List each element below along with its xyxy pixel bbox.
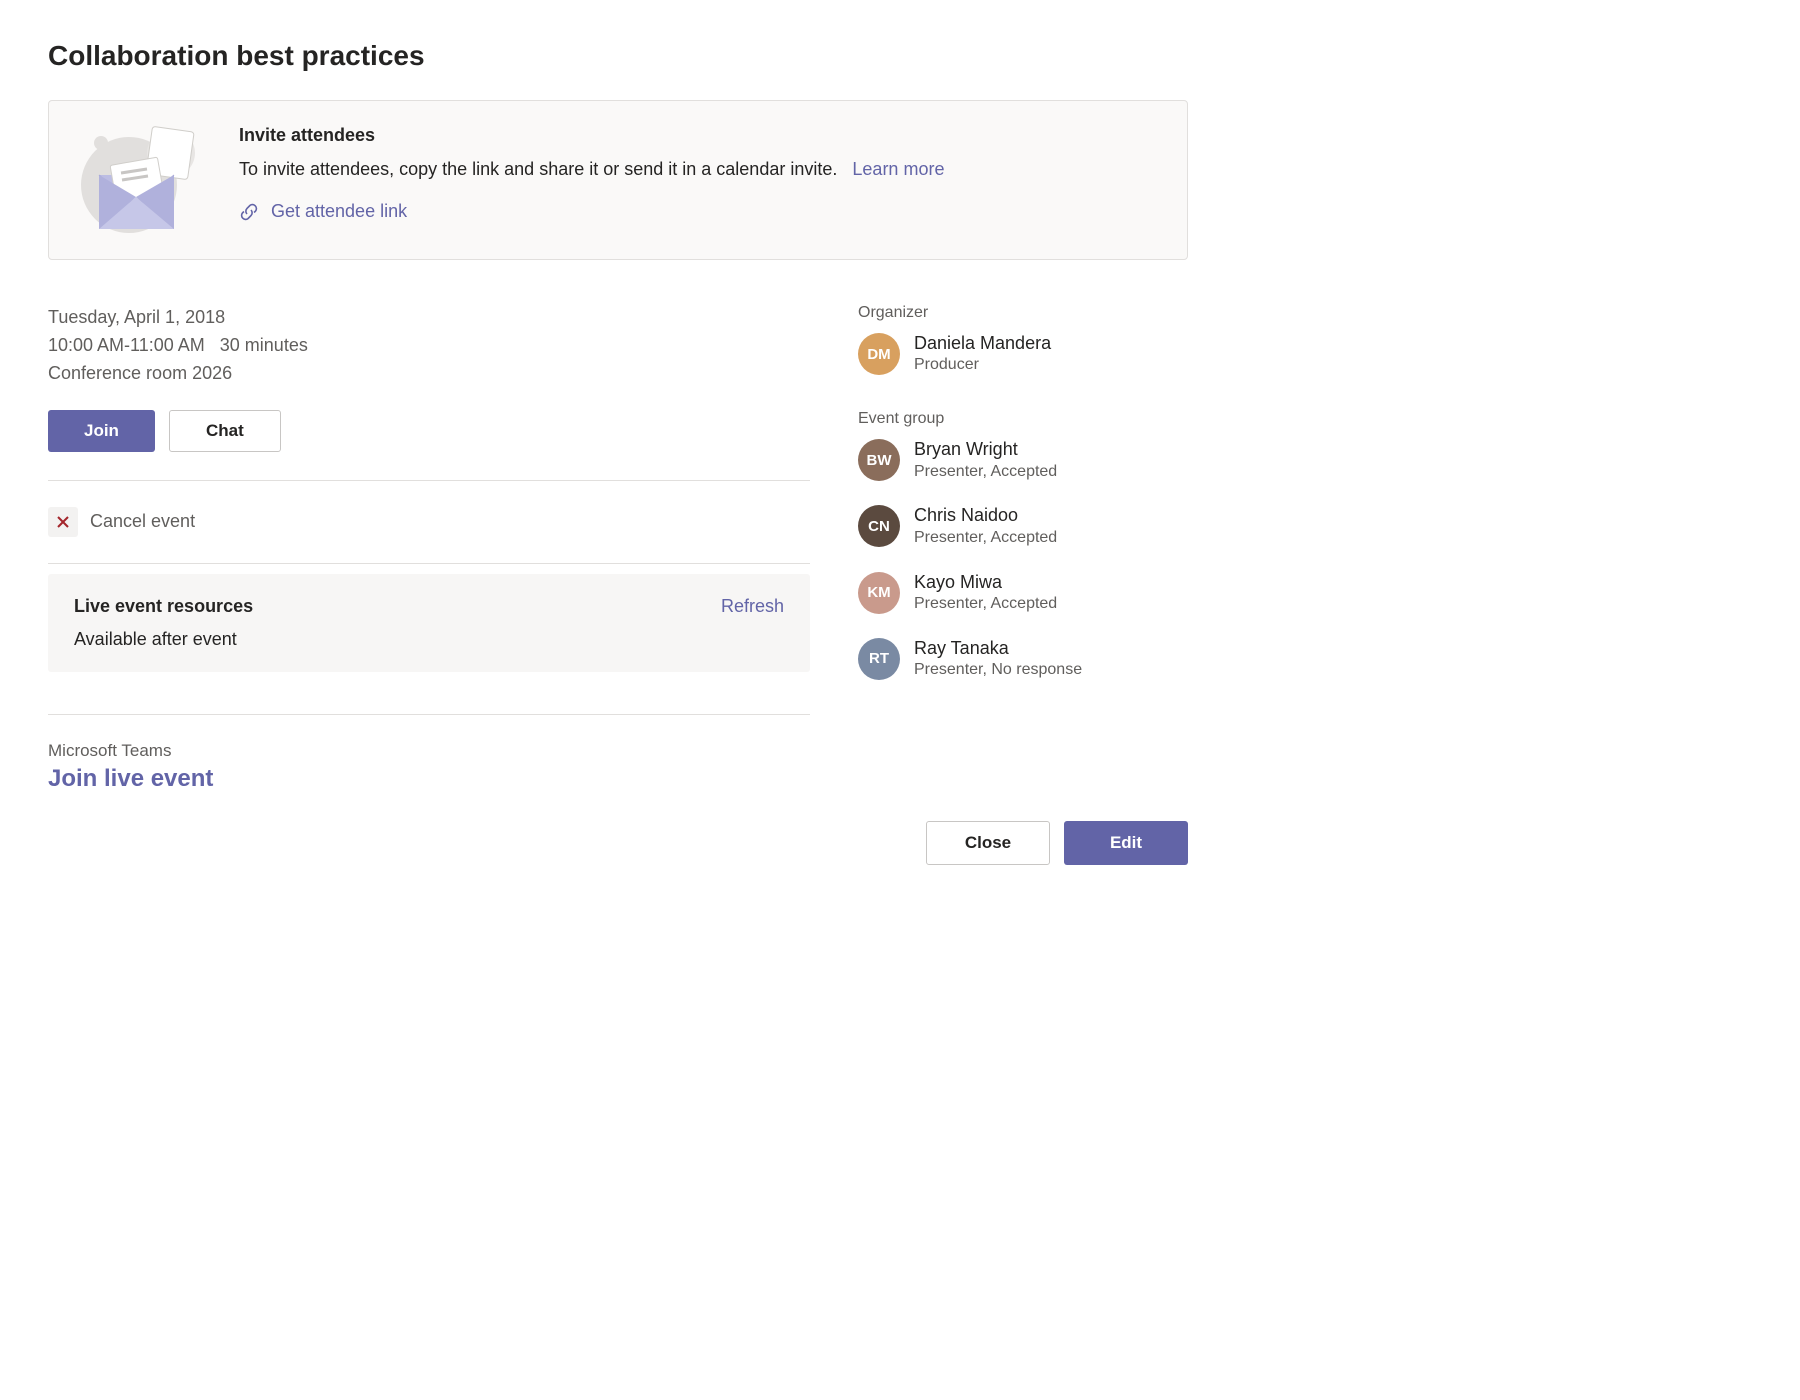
person-info: Kayo Miwa Presenter, Accepted — [914, 571, 1057, 615]
footer-buttons: Close Edit — [48, 821, 1188, 865]
organizer-section-label: Organizer — [858, 304, 1188, 322]
event-group-person[interactable]: KM Kayo Miwa Presenter, Accepted — [858, 571, 1188, 615]
resources-header: Live event resources Refresh — [74, 596, 784, 617]
avatar: RT — [858, 638, 900, 680]
event-group-person[interactable]: BW Bryan Wright Presenter, Accepted — [858, 438, 1188, 482]
refresh-link[interactable]: Refresh — [721, 596, 784, 617]
main-column: Tuesday, April 1, 2018 10:00 AM-11:00 AM… — [48, 304, 810, 793]
platform-label: Microsoft Teams — [48, 741, 810, 761]
resources-status: Available after event — [74, 629, 784, 650]
person-role: Presenter, Accepted — [914, 528, 1057, 549]
avatar: CN — [858, 505, 900, 547]
close-button[interactable]: Close — [926, 821, 1050, 865]
event-duration: 30 minutes — [220, 335, 308, 355]
get-attendee-link-label: Get attendee link — [271, 201, 407, 222]
divider — [48, 563, 810, 564]
person-name: Daniela Mandera — [914, 332, 1051, 355]
person-info: Ray Tanaka Presenter, No response — [914, 637, 1082, 681]
person-role: Presenter, Accepted — [914, 462, 1057, 483]
organizer-row[interactable]: DM Daniela Mandera Producer — [858, 332, 1188, 376]
close-icon — [48, 507, 78, 537]
event-location: Conference room 2026 — [48, 360, 810, 388]
avatar: DM — [858, 333, 900, 375]
page-title: Collaboration best practices — [48, 40, 1188, 72]
cancel-event-label: Cancel event — [90, 511, 195, 532]
content-columns: Tuesday, April 1, 2018 10:00 AM-11:00 AM… — [48, 304, 1188, 793]
person-name: Kayo Miwa — [914, 571, 1057, 594]
event-date: Tuesday, April 1, 2018 — [48, 304, 810, 332]
side-column: Organizer DM Daniela Mandera Producer Ev… — [858, 304, 1188, 793]
invite-content: Invite attendees To invite attendees, co… — [239, 125, 1157, 222]
learn-more-link[interactable]: Learn more — [852, 159, 944, 179]
resources-title: Live event resources — [74, 596, 253, 617]
person-info: Chris Naidoo Presenter, Accepted — [914, 504, 1057, 548]
person-info: Bryan Wright Presenter, Accepted — [914, 438, 1057, 482]
person-role: Presenter, No response — [914, 660, 1082, 681]
join-live-event-link[interactable]: Join live event — [48, 765, 810, 793]
link-icon — [239, 202, 259, 222]
action-buttons: Join Chat — [48, 410, 810, 452]
person-name: Chris Naidoo — [914, 504, 1057, 527]
cancel-event-button[interactable]: Cancel event — [48, 481, 810, 563]
person-role: Presenter, Accepted — [914, 594, 1057, 615]
avatar: KM — [858, 572, 900, 614]
event-datetime: Tuesday, April 1, 2018 10:00 AM-11:00 AM… — [48, 304, 810, 388]
join-live-section: Microsoft Teams Join live event — [48, 714, 810, 793]
invite-heading: Invite attendees — [239, 125, 1157, 146]
event-group-person[interactable]: RT Ray Tanaka Presenter, No response — [858, 637, 1188, 681]
event-group-person[interactable]: CN Chris Naidoo Presenter, Accepted — [858, 504, 1188, 548]
live-event-resources: Live event resources Refresh Available a… — [48, 574, 810, 672]
chat-button[interactable]: Chat — [169, 410, 281, 452]
invite-attendees-box: Invite attendees To invite attendees, co… — [48, 100, 1188, 260]
invite-description: To invite attendees, copy the link and s… — [239, 156, 1157, 183]
event-time-range: 10:00 AM-11:00 AM — [48, 335, 205, 355]
envelope-illustration — [79, 125, 209, 235]
person-role: Producer — [914, 355, 1051, 376]
avatar: BW — [858, 439, 900, 481]
event-group-section: Event group BW Bryan Wright Presenter, A… — [858, 410, 1188, 681]
person-info: Daniela Mandera Producer — [914, 332, 1051, 376]
get-attendee-link[interactable]: Get attendee link — [239, 201, 1157, 222]
person-name: Ray Tanaka — [914, 637, 1082, 660]
invite-description-text: To invite attendees, copy the link and s… — [239, 159, 837, 179]
edit-button[interactable]: Edit — [1064, 821, 1188, 865]
event-group-section-label: Event group — [858, 410, 1188, 428]
join-button[interactable]: Join — [48, 410, 155, 452]
person-name: Bryan Wright — [914, 438, 1057, 461]
